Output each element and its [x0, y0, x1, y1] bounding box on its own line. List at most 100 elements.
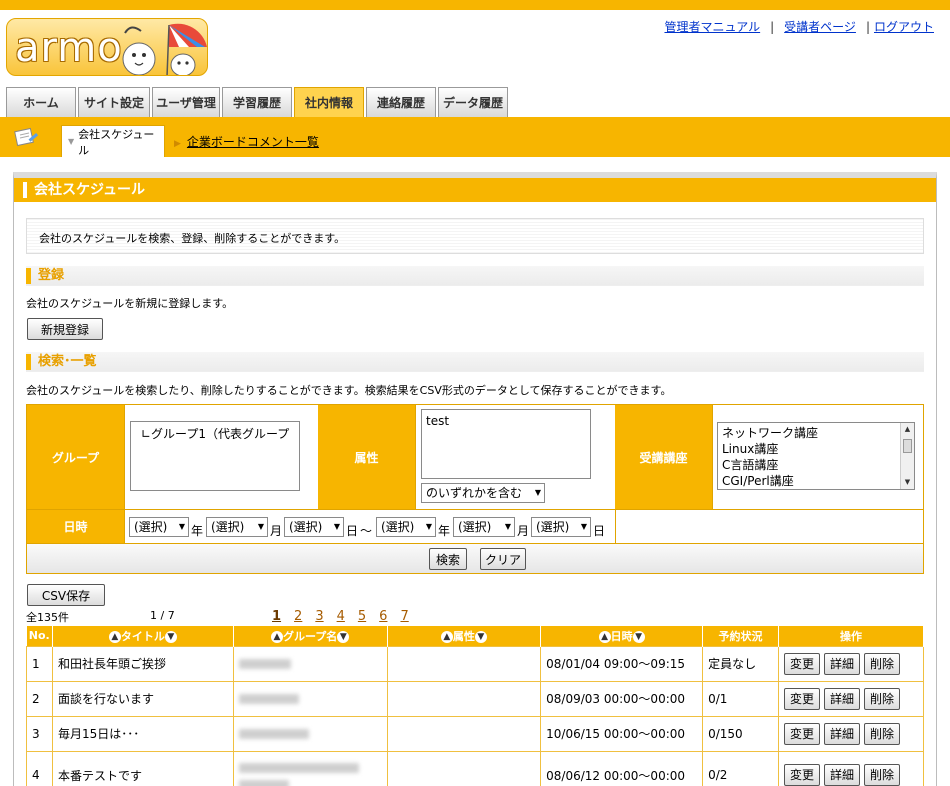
detail-button[interactable]: 詳細 — [824, 687, 861, 710]
delete-button[interactable]: 削除 — [864, 764, 901, 786]
scroll-thumb[interactable] — [903, 439, 912, 453]
row-attribute — [386, 645, 542, 682]
row-attribute — [386, 715, 542, 752]
tab-contact-history[interactable]: 連絡履歴 — [366, 87, 436, 117]
detail-button[interactable]: 詳細 — [824, 722, 861, 745]
header-links: 管理者マニュアル | 受講者ページ | ログアウト — [664, 20, 934, 34]
search-text: 会社のスケジュールを検索したり、削除したりすることができます。検索結果をCSV形… — [26, 384, 672, 397]
schedule-table: No. ▲ タイトル ▼ ▲ グループ名 ▼ ▲ 属性 ▼ ▲ 日時 ▼ 予約状況 操作 1 和… — [26, 626, 924, 786]
page-link[interactable]: 4 — [337, 609, 345, 624]
to-day-select[interactable]: (選択) ▼ — [531, 517, 591, 537]
dropdown-arrow-icon: ▼ — [178, 522, 185, 531]
row-actions: 変更 詳細 削除 — [778, 715, 924, 752]
sort-desc-icon[interactable]: ▼ — [164, 630, 177, 643]
delete-button[interactable]: 削除 — [864, 687, 901, 710]
scroll-down-icon[interactable]: ▼ — [901, 476, 914, 489]
course-option[interactable]: C言語講座 — [718, 457, 914, 473]
tab-home[interactable]: ホーム — [6, 87, 76, 117]
tab-learning-history[interactable]: 学習履歴 — [222, 87, 292, 117]
table-row: 3 毎月15日は･･･ 10/06/15 00:00～00:00 0/150 変… — [26, 715, 924, 752]
search-button[interactable]: 検索 — [429, 548, 467, 570]
group-option[interactable]: ∟グループ1（代表グループ — [131, 426, 299, 442]
csv-save-button[interactable]: CSV保存 — [27, 584, 105, 606]
col-header-title: ▲ タイトル ▼ — [52, 626, 234, 646]
course-option[interactable]: ネットワーク講座 — [718, 425, 914, 441]
total-count: 全135件 — [26, 611, 69, 624]
admin-manual-link[interactable]: 管理者マニュアル — [664, 20, 760, 34]
schedule-panel: 会社スケジュール 会社のスケジュールを検索、登録、削除することができます。 登録… — [13, 172, 937, 786]
row-title: 面談を行ないます — [51, 680, 234, 717]
course-option[interactable]: Linux講座 — [718, 441, 914, 457]
sub-navigation: ▼ 会社スケジュール ▶ 企業ボードコメント一覧 — [0, 117, 950, 157]
edit-button[interactable]: 変更 — [784, 687, 821, 710]
course-option[interactable]: CGI/Perl講座 — [718, 473, 914, 489]
sort-asc-icon[interactable]: ▲ — [270, 630, 283, 643]
row-no: 2 — [26, 680, 53, 717]
row-attribute — [386, 750, 542, 786]
blurred-text — [238, 694, 299, 704]
to-year-select[interactable]: (選択) ▼ — [376, 517, 436, 537]
row-group — [232, 715, 388, 752]
delete-button[interactable]: 削除 — [864, 722, 901, 745]
group-label: グループ — [27, 405, 124, 509]
group-listbox[interactable]: ∟グループ1（代表グループ — [130, 421, 300, 491]
search-form: グループ ∟グループ1（代表グループ 属性 test のいずれかを含む ▼ 受講講… — [26, 404, 924, 574]
panel-title: 会社スケジュール — [14, 178, 936, 202]
sort-desc-icon[interactable]: ▼ — [337, 630, 350, 643]
attribute-mode-select[interactable]: のいずれかを含む ▼ — [421, 483, 545, 503]
attribute-textarea[interactable]: test — [421, 409, 591, 479]
page-link[interactable]: 7 — [400, 609, 408, 624]
new-register-button[interactable]: 新規登録 — [27, 318, 103, 340]
tab-company-info[interactable]: 社内情報 — [294, 87, 364, 117]
date-label: 日時 — [27, 510, 124, 543]
from-day-select[interactable]: (選択) ▼ — [284, 517, 344, 537]
sort-desc-icon[interactable]: ▼ — [632, 630, 645, 643]
armo-logo[interactable]: armo — [6, 18, 208, 76]
edit-button[interactable]: 変更 — [784, 652, 821, 675]
tab-data-history[interactable]: データ履歴 — [438, 87, 508, 117]
detail-button[interactable]: 詳細 — [824, 652, 861, 675]
page-link[interactable]: 6 — [379, 609, 387, 624]
col-header-attribute: ▲ 属性 ▼ — [387, 626, 542, 646]
attribute-value: test — [426, 414, 450, 428]
board-comment-list-link[interactable]: 企業ボードコメント一覧 — [187, 135, 319, 149]
subtab-company-schedule[interactable]: ▼ 会社スケジュール — [61, 125, 165, 157]
page-link[interactable]: 2 — [294, 609, 302, 624]
row-date: 08/01/04 09:00～09:15 — [540, 645, 704, 682]
page-link[interactable]: 1 — [272, 609, 281, 624]
row-attribute — [386, 680, 542, 717]
delete-button[interactable]: 削除 — [864, 652, 901, 675]
detail-button[interactable]: 詳細 — [824, 764, 861, 786]
sort-asc-icon[interactable]: ▲ — [598, 630, 611, 643]
student-page-link[interactable]: 受講者ページ — [784, 20, 856, 34]
from-month-select[interactable]: (選択) ▼ — [206, 517, 268, 537]
edit-button[interactable]: 変更 — [784, 722, 821, 745]
date-range-cell: (選択) ▼ 年 (選択) ▼ 月 (選択) ▼ 日 ～ (選択) ▼ 年 (選択) ▼ … — [124, 510, 615, 543]
row-status: 0/1 — [702, 680, 779, 717]
from-year-select[interactable]: (選択) ▼ — [129, 517, 189, 537]
to-month-select[interactable]: (選択) ▼ — [453, 517, 515, 537]
clear-button[interactable]: クリア — [480, 548, 526, 570]
page-link[interactable]: 5 — [358, 609, 366, 624]
row-status: 0/2 — [702, 750, 779, 786]
sort-desc-icon[interactable]: ▼ — [474, 630, 487, 643]
register-heading: 登録 — [26, 266, 924, 286]
row-no: 4 — [26, 750, 53, 786]
row-actions: 変更 詳細 削除 — [778, 645, 924, 682]
search-heading: 検索･一覧 — [26, 352, 924, 372]
sort-asc-icon[interactable]: ▲ — [108, 630, 121, 643]
tab-user-management[interactable]: ユーザ管理 — [152, 87, 220, 117]
course-scrollbar[interactable]: ▲ ▼ — [900, 423, 914, 489]
sort-asc-icon[interactable]: ▲ — [440, 630, 453, 643]
tab-site-settings[interactable]: サイト設定 — [78, 87, 150, 117]
table-row: 4 本番テストです 08/06/12 00:00～00:00 0/2 変更 詳細削… — [26, 750, 924, 786]
main-tabs: ホーム サイト設定 ユーザ管理 学習履歴 社内情報 連絡履歴 データ履歴 — [6, 87, 510, 117]
row-no: 1 — [26, 645, 53, 682]
page-link[interactable]: 3 — [315, 609, 323, 624]
logout-link[interactable]: ログアウト — [874, 20, 934, 34]
pagination: 1234567 — [272, 609, 422, 624]
scroll-up-icon[interactable]: ▲ — [901, 423, 914, 436]
edit-button[interactable]: 変更 — [784, 764, 821, 786]
course-listbox[interactable]: ネットワーク講座 Linux講座 C言語講座 CGI/Perl講座 ▲ ▼ — [717, 422, 915, 490]
row-date: 08/06/12 00:00～00:00 — [540, 750, 704, 786]
